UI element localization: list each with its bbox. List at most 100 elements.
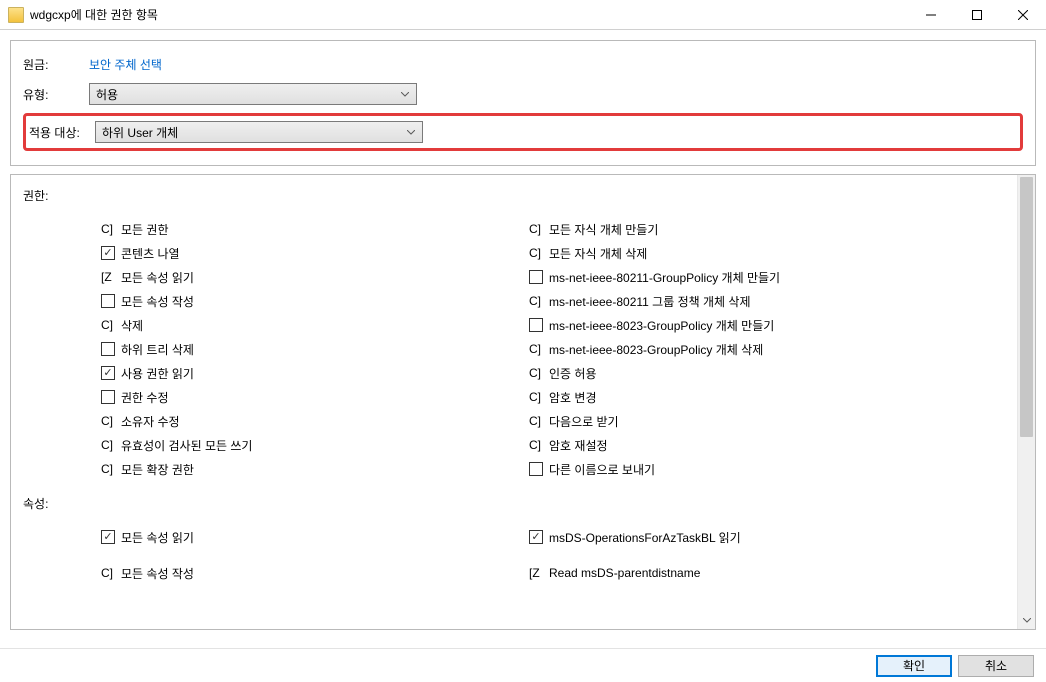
permission-item: C] 소유자 수정 <box>23 409 527 433</box>
permission-label: msDS-OperationsForAzTaskBL 읽기 <box>549 529 741 546</box>
type-select[interactable]: 허용 <box>89 83 417 105</box>
checkbox[interactable] <box>529 318 543 332</box>
marker-icon: C] <box>529 294 543 308</box>
permission-item: ms-net-ieee-80211-GroupPolicy 개체 만들기 <box>527 265 1031 289</box>
principal-link[interactable]: 보안 주체 선택 <box>89 56 162 73</box>
minimize-button[interactable] <box>908 0 954 29</box>
marker-icon: C] <box>529 342 543 356</box>
marker-icon: C] <box>101 318 115 332</box>
checkbox[interactable] <box>101 294 115 308</box>
permission-item: C]모든 속성 작성 <box>23 561 527 585</box>
marker-icon: C] <box>529 366 543 380</box>
applies-to-select-value: 하위 User 개체 <box>102 124 178 141</box>
permission-item: [Z Read msDS-parentdistname <box>527 561 1031 585</box>
cancel-button[interactable]: 취소 <box>958 655 1034 677</box>
checkbox[interactable] <box>101 530 115 544</box>
applies-to-highlight: 적용 대상: 하위 User 개체 <box>23 113 1023 151</box>
permission-item: C]모든 자식 개체 만들기 <box>527 217 1031 241</box>
permission-item: 권한 수정 <box>23 385 527 409</box>
permission-label: 모든 자식 개체 만들기 <box>549 221 658 238</box>
checkbox[interactable] <box>529 462 543 476</box>
checkbox[interactable] <box>101 246 115 260</box>
checkbox[interactable] <box>529 530 543 544</box>
permission-label: 사용 권한 읽기 <box>121 365 194 382</box>
permissions-section-label: 권한: <box>23 187 1031 205</box>
permission-label: 유효성이 검사된 모든 쓰기 <box>121 437 252 454</box>
permission-item: 다른 이름으로 보내기 <box>527 457 1031 481</box>
permission-item: msDS-OperationsForAzTaskBL 읽기 <box>527 525 1031 549</box>
permission-item: C] 모든 권한 <box>23 217 527 241</box>
marker-icon: C] <box>101 222 115 236</box>
permission-label: 모든 권한 <box>121 221 169 238</box>
close-button[interactable] <box>1000 0 1046 29</box>
checkbox[interactable] <box>101 342 115 356</box>
permission-label: Read msDS-parentdistname <box>549 566 700 580</box>
applies-to-select[interactable]: 하위 User 개체 <box>95 121 423 143</box>
permission-label: 암호 변경 <box>549 389 597 406</box>
permission-item: 사용 권한 읽기 <box>23 361 527 385</box>
permission-label: 모든 속성 읽기 <box>121 529 194 546</box>
marker-icon: C] <box>101 438 115 452</box>
chevron-down-icon <box>404 130 418 135</box>
permission-label: 모든 속성 작성 <box>121 293 194 310</box>
permission-item: 모든 속성 읽기 <box>23 525 527 549</box>
permission-item: [Z 모든 속성 읽기 <box>23 265 527 289</box>
permission-item: C] 암호 재설정 <box>527 433 1031 457</box>
permission-label: ms-net-ieee-8023-GroupPolicy 개체 삭제 <box>549 341 763 358</box>
marker-icon: C] <box>529 390 543 404</box>
permission-item: C] 암호 변경 <box>527 385 1031 409</box>
applies-to-label: 적용 대상: <box>29 124 95 141</box>
permission-item: C] 모든 자식 개체 삭제 <box>527 241 1031 265</box>
permission-label: 모든 확장 권한 <box>121 461 194 478</box>
ok-button[interactable]: 확인 <box>876 655 952 677</box>
permission-item: C]ms-net-ieee-80211 그룹 정책 개체 삭제 <box>527 289 1031 313</box>
scrollbar-thumb[interactable] <box>1020 177 1033 437</box>
permission-item <box>527 549 1031 561</box>
permission-label: 암호 재설정 <box>549 437 608 454</box>
permission-label: ms-net-ieee-8023-GroupPolicy 개체 만들기 <box>549 317 774 334</box>
marker-icon: C] <box>101 414 115 428</box>
permission-label: 모든 자식 개체 삭제 <box>549 245 647 262</box>
permission-item: 콘텐츠 나열 <box>23 241 527 265</box>
permission-label: 모든 속성 작성 <box>121 565 194 582</box>
permission-label: 소유자 수정 <box>121 413 180 430</box>
type-select-value: 허용 <box>96 86 118 103</box>
permission-label: 인증 허용 <box>549 365 597 382</box>
permission-label: 콘텐츠 나열 <box>121 245 180 262</box>
checkbox[interactable] <box>529 270 543 284</box>
vertical-scrollbar[interactable] <box>1017 175 1035 629</box>
marker-icon: [Z <box>529 566 543 580</box>
properties-section-label: 속성: <box>23 495 1031 513</box>
permission-item: C] 모든 확장 권한 <box>23 457 527 481</box>
permission-item: C] ms-net-ieee-8023-GroupPolicy 개체 삭제 <box>527 337 1031 361</box>
principal-label: 원금: <box>23 56 89 73</box>
type-label: 유형: <box>23 86 89 103</box>
permission-item: 하위 트리 삭제 <box>23 337 527 361</box>
permission-label: 다음으로 받기 <box>549 413 619 430</box>
permissions-columns: C] 모든 권한콘텐츠 나열 [Z 모든 속성 읽기모든 속성 작성 C] 삭제하위 트리… <box>23 217 1031 481</box>
scroll-down-button[interactable] <box>1018 611 1035 629</box>
permission-label: 삭제 <box>121 317 143 334</box>
permission-label: ms-net-ieee-80211-GroupPolicy 개체 만들기 <box>549 269 780 286</box>
permission-item <box>23 549 527 561</box>
marker-icon: C] <box>101 462 115 476</box>
window-title: wdgcxp에 대한 권한 항목 <box>30 6 908 23</box>
checkbox[interactable] <box>101 366 115 380</box>
permission-item: C] 다음으로 받기 <box>527 409 1031 433</box>
permission-item: ms-net-ieee-8023-GroupPolicy 개체 만들기 <box>527 313 1031 337</box>
permission-item: C] 인증 허용 <box>527 361 1031 385</box>
permissions-group: 권한: C]모든 권한콘텐츠 나열[Z모든 속성 읽기모든 속성 작성C]삭제하… <box>10 174 1036 630</box>
checkbox[interactable] <box>101 390 115 404</box>
folder-icon <box>8 7 24 23</box>
permission-label: 권한 수정 <box>121 389 169 406</box>
window-titlebar: wdgcxp에 대한 권한 항목 <box>0 0 1046 30</box>
dialog-footer: 확인 취소 <box>0 648 1046 682</box>
marker-icon: C] <box>529 414 543 428</box>
maximize-button[interactable] <box>954 0 1000 29</box>
marker-icon: C] <box>529 438 543 452</box>
marker-icon: C] <box>529 246 543 260</box>
marker-icon: [Z <box>101 270 115 284</box>
permission-label: 모든 속성 읽기 <box>121 269 194 286</box>
permission-label: 다른 이름으로 보내기 <box>549 461 655 478</box>
permission-label: 하위 트리 삭제 <box>121 341 194 358</box>
